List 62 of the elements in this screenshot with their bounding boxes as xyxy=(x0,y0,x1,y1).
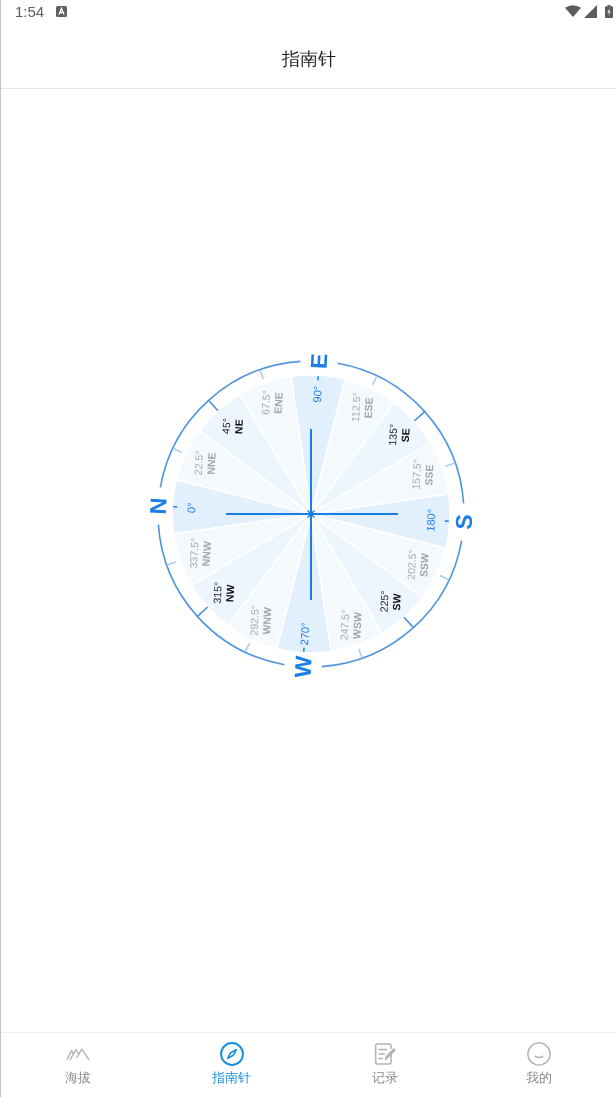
direction-label: NW xyxy=(222,584,236,603)
degree-label: 247.5° xyxy=(337,609,351,641)
degree-label: 67.5° xyxy=(258,389,272,416)
compass-icon xyxy=(219,1042,244,1066)
direction-label: NNW xyxy=(199,540,213,567)
direction-label: SW xyxy=(389,593,403,611)
cardinal-letter: W xyxy=(288,655,317,679)
degree-label: 0° xyxy=(184,502,197,514)
direction-label: SE xyxy=(398,428,412,443)
nav-tab[interactable]: 海拔 xyxy=(1,1033,155,1097)
degree-label: 90° xyxy=(310,385,324,403)
degree-label: 337.5° xyxy=(186,537,201,569)
notepad-pen-icon xyxy=(374,1043,397,1065)
cardinal-tick xyxy=(302,647,305,653)
degree-label: 112.5° xyxy=(348,392,363,423)
wifi-signal-icon xyxy=(565,5,581,17)
degree-label: 270° xyxy=(297,622,311,646)
degree-label: 157.5° xyxy=(408,458,423,490)
cardinal-tick xyxy=(171,506,178,508)
ring-tick xyxy=(258,369,264,380)
nav-tab[interactable]: 指南针 xyxy=(154,1033,309,1097)
ring-tick xyxy=(165,560,177,566)
page-title: 指南针 xyxy=(281,47,336,71)
direction-label: WNW xyxy=(259,606,273,635)
cardinal-letter: N xyxy=(144,497,172,515)
degree-label: 315° xyxy=(210,581,224,604)
ring-tick xyxy=(357,648,363,659)
ring-tick xyxy=(413,411,425,422)
degree-label: 292.5° xyxy=(246,604,261,636)
direction-label: WSW xyxy=(349,611,364,640)
degree-label: 202.5° xyxy=(404,548,418,580)
ring-tick xyxy=(438,574,449,581)
app-notification-icon xyxy=(56,5,68,17)
ring-tick xyxy=(207,399,219,412)
direction-label: NNE xyxy=(203,452,218,475)
ring-tick xyxy=(444,462,456,468)
degree-label: 45° xyxy=(219,417,232,435)
direction-label: SSW xyxy=(416,552,431,578)
battery-charging-icon xyxy=(605,4,613,18)
direction-label: NE xyxy=(231,419,245,435)
ring-tick xyxy=(402,616,414,629)
cardinal-letter: S xyxy=(449,513,477,531)
nav-tab[interactable]: 我的 xyxy=(462,1033,616,1097)
direction-label: ESE xyxy=(361,397,375,419)
ring-tick xyxy=(371,375,377,386)
status-time: 1:54 xyxy=(15,3,45,19)
direction-label: ENE xyxy=(271,392,285,415)
cardinal-tick xyxy=(443,520,450,522)
ring-tick xyxy=(172,447,183,454)
ring-tick xyxy=(244,642,250,653)
degree-label: 225° xyxy=(376,590,391,613)
cell-signal-icon xyxy=(584,4,597,18)
direction-label: SSE xyxy=(421,464,435,486)
mountain-peaks-icon xyxy=(65,1046,90,1062)
degree-label: 135° xyxy=(385,423,399,446)
smiley-face-icon xyxy=(527,1042,552,1066)
cardinal-tick xyxy=(316,375,319,381)
ring-tick xyxy=(196,606,208,617)
cardinal-letter: E xyxy=(305,352,332,370)
degree-label: 180° xyxy=(423,508,437,532)
degree-label: 22.5° xyxy=(191,450,205,476)
nav-tab[interactable]: 记录 xyxy=(308,1033,463,1097)
